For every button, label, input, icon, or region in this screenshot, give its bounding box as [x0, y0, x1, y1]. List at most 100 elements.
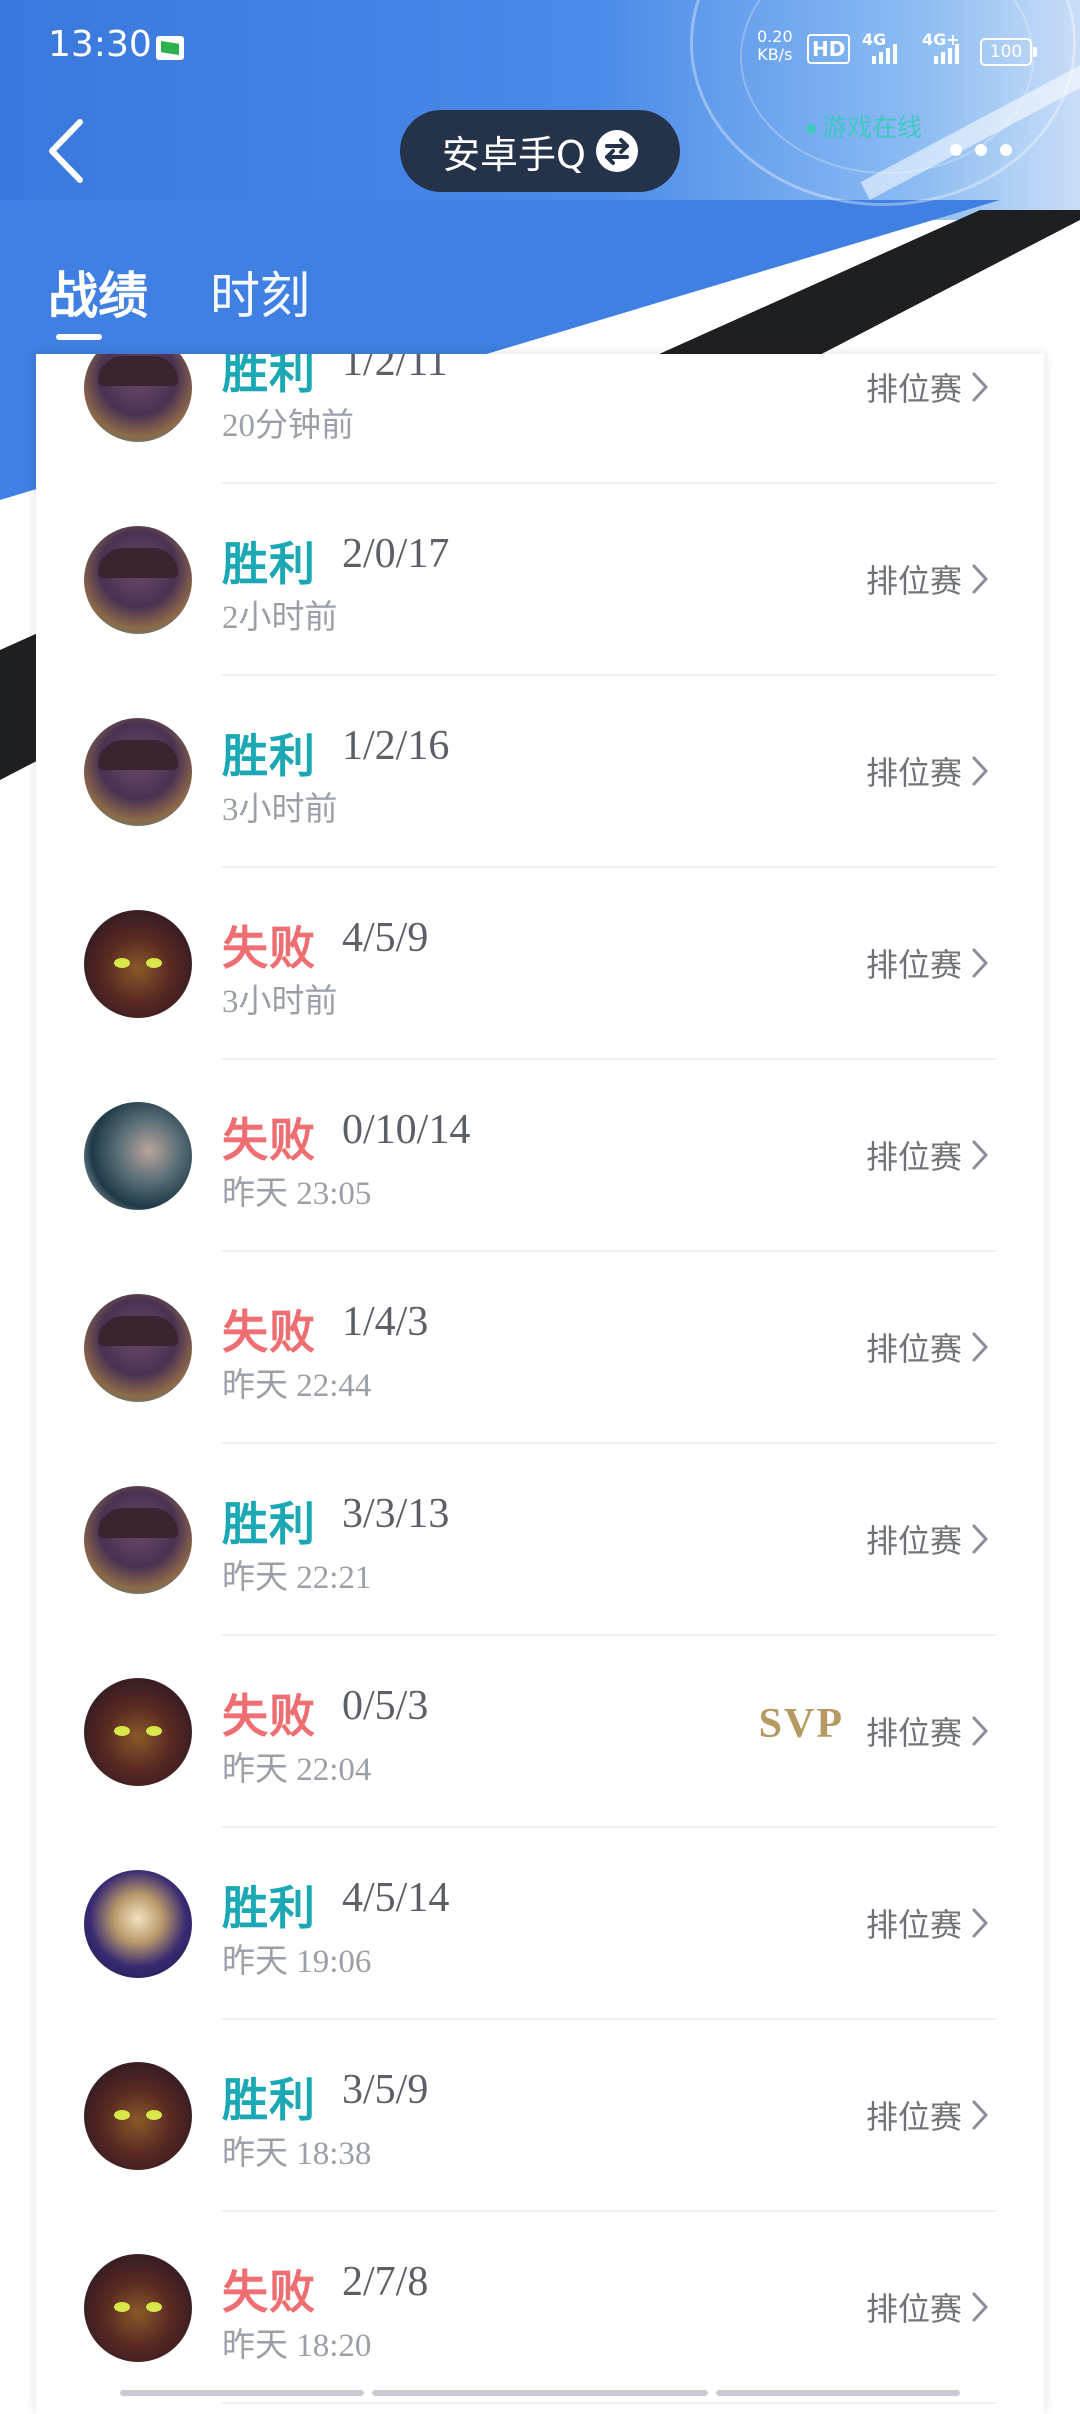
- match-row[interactable]: 失败 4/5/9 3小时前 排位赛: [36, 868, 1044, 1060]
- hero-avatar: [84, 1102, 192, 1210]
- match-list: 胜利 1/2/11 20分钟前 排位赛 胜利 2/0/17 2小时前 排位赛 胜利 1/2/16 3…: [36, 354, 1044, 2404]
- page-indicator: [120, 2390, 364, 2396]
- match-row[interactable]: 失败 2/7/8 昨天 18:20 排位赛: [36, 2212, 1044, 2404]
- back-arrow-icon: [49, 119, 83, 183]
- back-button[interactable]: [44, 116, 94, 186]
- match-row[interactable]: 胜利 2/0/17 2小时前 排位赛: [36, 484, 1044, 676]
- hero-avatar: [84, 2062, 192, 2170]
- match-kda: 1/2/16: [342, 723, 450, 769]
- online-status-text: 游戏在线: [822, 113, 923, 142]
- account-switcher[interactable]: 安卓手Q: [400, 110, 680, 192]
- online-status-badge: 游戏在线: [806, 108, 922, 144]
- match-time: 2小时前: [222, 600, 338, 636]
- active-tab-indicator: [56, 334, 102, 340]
- match-mode: 排位赛: [865, 1330, 962, 1368]
- match-kda: 2/7/8: [342, 2259, 429, 2305]
- match-kda: 2/0/17: [342, 531, 450, 577]
- match-time: 3小时前: [222, 792, 338, 828]
- svp-badge: SVP: [758, 1701, 844, 1747]
- battery-icon: 100: [980, 38, 1037, 66]
- hd-voice-icon: HD: [807, 34, 851, 64]
- network-speed-value: 0.20: [757, 27, 793, 46]
- row-divider: [222, 2402, 996, 2404]
- online-dot-icon: [806, 124, 816, 134]
- match-result: 胜利: [222, 1881, 316, 1935]
- match-list-card: 胜利 1/2/11 20分钟前 排位赛 胜利 2/0/17 2小时前 排位赛 胜利 1/2/16 3…: [36, 354, 1044, 2414]
- match-time: 昨天 23:05: [222, 1176, 372, 1212]
- match-row[interactable]: 失败 0/10/14 昨天 23:05 排位赛: [36, 1060, 1044, 1252]
- match-row[interactable]: 胜利 1/2/16 3小时前 排位赛: [36, 676, 1044, 868]
- hero-avatar: [84, 354, 192, 442]
- hero-avatar: [84, 2254, 192, 2362]
- match-time: 昨天 19:06: [222, 1944, 372, 1980]
- chevron-right-icon: [972, 372, 988, 402]
- match-kda: 3/3/13: [342, 1491, 450, 1537]
- network-speed-unit: KB/s: [757, 45, 793, 64]
- hero-avatar: [84, 1678, 192, 1786]
- match-result: 失败: [222, 1689, 316, 1743]
- match-kda: 1/4/3: [342, 1299, 429, 1345]
- match-mode: 排位赛: [865, 370, 962, 408]
- match-row[interactable]: 胜利 4/5/14 昨天 19:06 排位赛: [36, 1828, 1044, 2020]
- match-time: 3小时前: [222, 984, 338, 1020]
- match-time: 昨天 22:44: [222, 1368, 372, 1404]
- hero-avatar: [84, 1294, 192, 1402]
- chevron-right-icon: [972, 948, 988, 978]
- hero-avatar: [84, 910, 192, 1018]
- match-kda: 0/10/14: [342, 1107, 471, 1153]
- match-result: 胜利: [222, 729, 316, 783]
- switch-account-icon: [595, 130, 638, 172]
- hero-avatar: [84, 718, 192, 826]
- match-result: 失败: [222, 921, 316, 975]
- tab-match-record[interactable]: 战绩: [48, 256, 148, 328]
- chevron-right-icon: [972, 1908, 988, 1938]
- chevron-right-icon: [972, 564, 988, 594]
- match-mode: 排位赛: [865, 1522, 962, 1560]
- match-mode: 排位赛: [865, 2290, 962, 2328]
- match-kda: 1/2/11: [342, 354, 448, 385]
- more-options-button[interactable]: [946, 138, 1016, 162]
- tab-moments[interactable]: 时刻: [210, 256, 310, 328]
- match-mode: 排位赛: [865, 1138, 962, 1176]
- match-mode: 排位赛: [865, 1714, 962, 1752]
- notification-app-icon: [156, 36, 184, 60]
- sim1-network-type: 4G: [862, 30, 887, 49]
- chevron-right-icon: [972, 1524, 988, 1554]
- match-row[interactable]: 失败 0/5/3 昨天 22:04 SVP 排位赛: [36, 1636, 1044, 1828]
- hero-avatar: [84, 526, 192, 634]
- page-indicator: [716, 2390, 960, 2396]
- match-row[interactable]: 胜利 1/2/11 20分钟前 排位赛: [36, 354, 1044, 484]
- match-row[interactable]: 失败 1/4/3 昨天 22:44 排位赛: [36, 1252, 1044, 1444]
- match-result: 失败: [222, 1113, 316, 1167]
- hero-avatar: [84, 1870, 192, 1978]
- match-row[interactable]: 胜利 3/5/9 昨天 18:38 排位赛: [36, 2020, 1044, 2212]
- match-result: 失败: [222, 2265, 316, 2319]
- status-time: 13:30: [48, 24, 152, 65]
- network-speed: 0.20 KB/s: [757, 28, 793, 64]
- match-result: 失败: [222, 1305, 316, 1359]
- match-time: 昨天 18:20: [222, 2328, 372, 2364]
- match-result: 胜利: [222, 2073, 316, 2127]
- match-mode: 排位赛: [865, 754, 962, 792]
- page-indicator: [372, 2390, 708, 2396]
- match-time: 昨天 18:38: [222, 2136, 372, 2172]
- match-time: 昨天 22:04: [222, 1752, 372, 1788]
- match-mode: 排位赛: [865, 2098, 962, 2136]
- match-result: 胜利: [222, 1497, 316, 1551]
- match-kda: 3/5/9: [342, 2067, 429, 2113]
- match-kda: 4/5/9: [342, 915, 429, 961]
- hero-avatar: [84, 1486, 192, 1594]
- chevron-right-icon: [972, 2292, 988, 2322]
- chevron-right-icon: [972, 2100, 988, 2130]
- chevron-right-icon: [972, 1716, 988, 1746]
- match-row[interactable]: 胜利 3/3/13 昨天 22:21 排位赛: [36, 1444, 1044, 1636]
- match-mode: 排位赛: [865, 562, 962, 600]
- status-bar: 13:30 0.20 KB/s HD 4G 4G+ 100: [0, 0, 1080, 90]
- match-mode: 排位赛: [865, 946, 962, 984]
- match-result: 胜利: [222, 354, 316, 399]
- chevron-right-icon: [972, 1140, 988, 1170]
- page-title: 安卓手Q: [442, 132, 586, 177]
- match-mode: 排位赛: [865, 1906, 962, 1944]
- chevron-right-icon: [972, 1332, 988, 1362]
- match-time: 昨天 22:21: [222, 1560, 372, 1596]
